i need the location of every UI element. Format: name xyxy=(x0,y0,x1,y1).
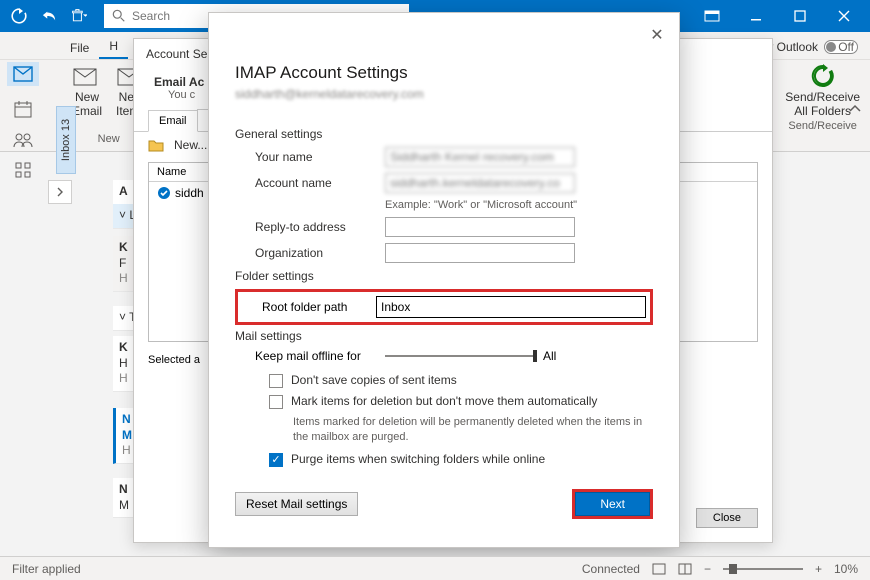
account-name-hint: Example: "Work" or "Microsoft account" xyxy=(235,199,653,211)
refresh-icon[interactable] xyxy=(4,2,34,30)
reply-to-field[interactable] xyxy=(385,217,575,237)
your-name-field[interactable] xyxy=(385,147,575,167)
more-apps-icon[interactable] xyxy=(15,162,31,178)
your-name-label: Your name xyxy=(255,150,385,164)
status-connected: Connected xyxy=(582,562,640,576)
keep-offline-slider[interactable] xyxy=(385,355,535,357)
section-mail: Mail settings xyxy=(235,329,653,343)
dont-save-checkbox[interactable] xyxy=(269,374,283,388)
account-name-field[interactable] xyxy=(385,173,575,193)
dialog-title: IMAP Account Settings xyxy=(235,63,653,83)
new-account-button[interactable]: New... xyxy=(174,138,207,152)
section-general: General settings xyxy=(235,127,653,141)
ribbon-display-icon[interactable] xyxy=(690,1,734,31)
status-bar: Filter applied Connected − + 10% xyxy=(0,556,870,580)
zoom-in-icon[interactable]: + xyxy=(815,562,822,576)
root-folder-highlight: Root folder path xyxy=(235,289,653,325)
folder-pane-expand-icon[interactable] xyxy=(48,180,72,204)
inbox-tab-vertical[interactable]: Inbox 13 xyxy=(56,106,76,174)
maximize-icon[interactable] xyxy=(778,1,822,31)
keep-offline-value: All xyxy=(543,349,556,363)
deletion-note: Items marked for deletion will be perman… xyxy=(235,415,653,446)
dont-save-label: Don't save copies of sent items xyxy=(291,373,457,387)
purge-checkbox[interactable]: ✓ xyxy=(269,453,283,467)
new-outlook-toggle[interactable]: Off xyxy=(824,40,858,54)
keep-offline-label: Keep mail offline for xyxy=(255,349,385,363)
minimize-icon[interactable] xyxy=(734,1,778,31)
zoom-out-icon[interactable]: − xyxy=(704,562,711,576)
mark-deletion-checkbox[interactable] xyxy=(269,395,283,409)
status-filter: Filter applied xyxy=(12,562,81,576)
delete-dropdown-icon[interactable] xyxy=(64,2,94,30)
ribbon-group-sr: Send/Receive xyxy=(788,120,857,132)
root-folder-label: Root folder path xyxy=(242,300,376,314)
zoom-slider[interactable] xyxy=(723,568,803,570)
next-button[interactable]: Next xyxy=(575,492,650,516)
folder-icon xyxy=(148,138,164,152)
dialog-close-icon[interactable]: ✕ xyxy=(645,23,669,47)
dialog-subtitle: siddharth@kerneldatarecovery.com xyxy=(235,87,653,101)
tab-file[interactable]: File xyxy=(60,37,99,59)
tab-email[interactable]: Email xyxy=(148,110,198,132)
close-window-icon[interactable] xyxy=(822,1,866,31)
people-module-icon[interactable] xyxy=(13,132,33,148)
next-button-highlight: Next xyxy=(572,489,653,519)
imap-settings-dialog: ✕ IMAP Account Settings siddharth@kernel… xyxy=(208,12,680,548)
undo-icon[interactable] xyxy=(34,2,64,30)
organization-field[interactable] xyxy=(385,243,575,263)
calendar-module-icon[interactable] xyxy=(14,100,32,118)
reply-to-label: Reply-to address xyxy=(255,220,385,234)
check-icon xyxy=(157,186,171,200)
mark-deletion-label: Mark items for deletion but don't move t… xyxy=(291,394,597,408)
tab-home[interactable]: H xyxy=(99,35,128,59)
mail-module-icon[interactable] xyxy=(7,62,39,86)
module-strip xyxy=(4,36,42,178)
ribbon-group-new: New xyxy=(98,133,120,145)
root-folder-field[interactable] xyxy=(376,296,646,318)
account-name-label: Account name xyxy=(255,176,385,190)
ribbon-collapse-icon[interactable] xyxy=(848,102,862,116)
view-reading-icon[interactable] xyxy=(678,563,692,575)
view-normal-icon[interactable] xyxy=(652,563,666,575)
close-button[interactable]: Close xyxy=(696,508,758,528)
purge-label: Purge items when switching folders while… xyxy=(291,452,545,466)
organization-label: Organization xyxy=(255,246,385,260)
zoom-value: 10% xyxy=(834,562,858,576)
section-folder: Folder settings xyxy=(235,269,653,283)
reset-mail-button[interactable]: Reset Mail settings xyxy=(235,492,358,516)
